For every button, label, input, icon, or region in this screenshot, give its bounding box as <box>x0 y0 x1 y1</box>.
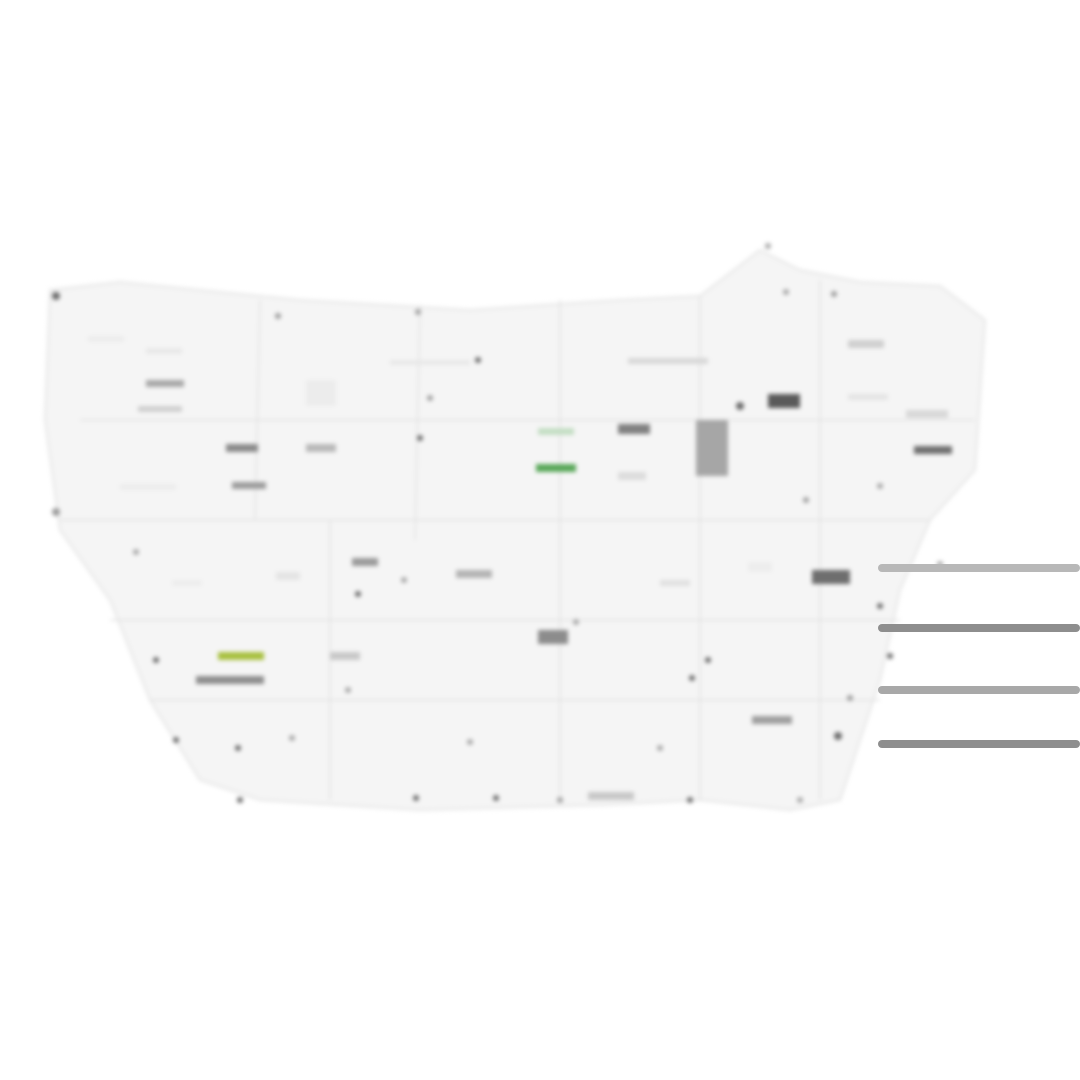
city-dot <box>417 435 423 441</box>
region-label <box>768 394 800 408</box>
city-dot <box>705 657 711 663</box>
city-dot <box>887 653 893 659</box>
city-dot <box>765 243 771 249</box>
region-label <box>538 428 574 435</box>
region-label <box>536 464 576 472</box>
region-label <box>330 652 360 660</box>
city-dot <box>415 309 421 315</box>
region-label <box>848 340 884 348</box>
map-canvas[interactable] <box>0 0 1080 1080</box>
city-dot <box>153 657 159 663</box>
legend-line <box>878 624 1080 632</box>
city-dot <box>173 737 179 743</box>
region-label <box>456 570 492 578</box>
map-page <box>0 0 1080 1080</box>
city-dot <box>52 292 60 300</box>
region-label <box>618 472 646 480</box>
region-label <box>306 380 336 406</box>
city-dot <box>797 797 803 803</box>
us-map[interactable] <box>0 0 1080 1080</box>
region-label <box>88 336 124 342</box>
city-dot <box>736 402 744 410</box>
region-label <box>390 360 470 365</box>
region-label <box>226 444 258 452</box>
city-dot <box>557 797 563 803</box>
region-label <box>232 482 266 489</box>
region-label <box>748 562 772 572</box>
city-dot <box>493 795 499 801</box>
city-dot <box>834 732 842 740</box>
legend-line <box>878 740 1080 748</box>
region-label <box>588 792 634 800</box>
region-label <box>218 652 264 660</box>
city-dot <box>847 695 853 701</box>
region-label <box>752 716 792 724</box>
city-dot <box>413 795 419 801</box>
city-dot <box>877 483 883 489</box>
city-dot <box>235 745 241 751</box>
region-label <box>138 406 182 412</box>
region-label <box>306 444 336 452</box>
region-label <box>352 558 378 566</box>
city-dot <box>401 577 407 583</box>
region-label <box>276 572 300 580</box>
city-dot <box>237 797 243 803</box>
city-dot <box>573 619 579 625</box>
region-label <box>146 380 184 387</box>
city-dot <box>133 549 139 555</box>
region-label <box>618 424 650 434</box>
region-label <box>660 580 690 586</box>
legend-line <box>878 686 1080 694</box>
city-dot <box>803 497 809 503</box>
city-dot <box>467 739 473 745</box>
region-label <box>914 446 952 454</box>
region-label <box>196 676 264 684</box>
city-dot <box>783 289 789 295</box>
region-label <box>812 570 850 584</box>
region-label <box>120 484 176 490</box>
region-label <box>906 410 948 418</box>
region-label <box>172 580 202 586</box>
city-dot <box>687 797 693 803</box>
city-dot <box>657 745 663 751</box>
city-dot <box>427 395 433 401</box>
city-dot <box>689 675 695 681</box>
region-label <box>628 358 708 364</box>
region-label <box>696 420 728 476</box>
legend-line <box>878 564 1080 572</box>
city-dot <box>52 508 60 516</box>
city-dot <box>345 687 351 693</box>
land-mass <box>43 248 987 812</box>
region-label <box>848 394 888 400</box>
city-dot <box>289 735 295 741</box>
city-dot <box>831 291 837 297</box>
city-dot <box>877 603 883 609</box>
city-dot <box>475 357 481 363</box>
city-dot <box>275 313 281 319</box>
region-label <box>146 348 182 354</box>
city-dot <box>355 591 361 597</box>
region-label <box>538 630 568 644</box>
